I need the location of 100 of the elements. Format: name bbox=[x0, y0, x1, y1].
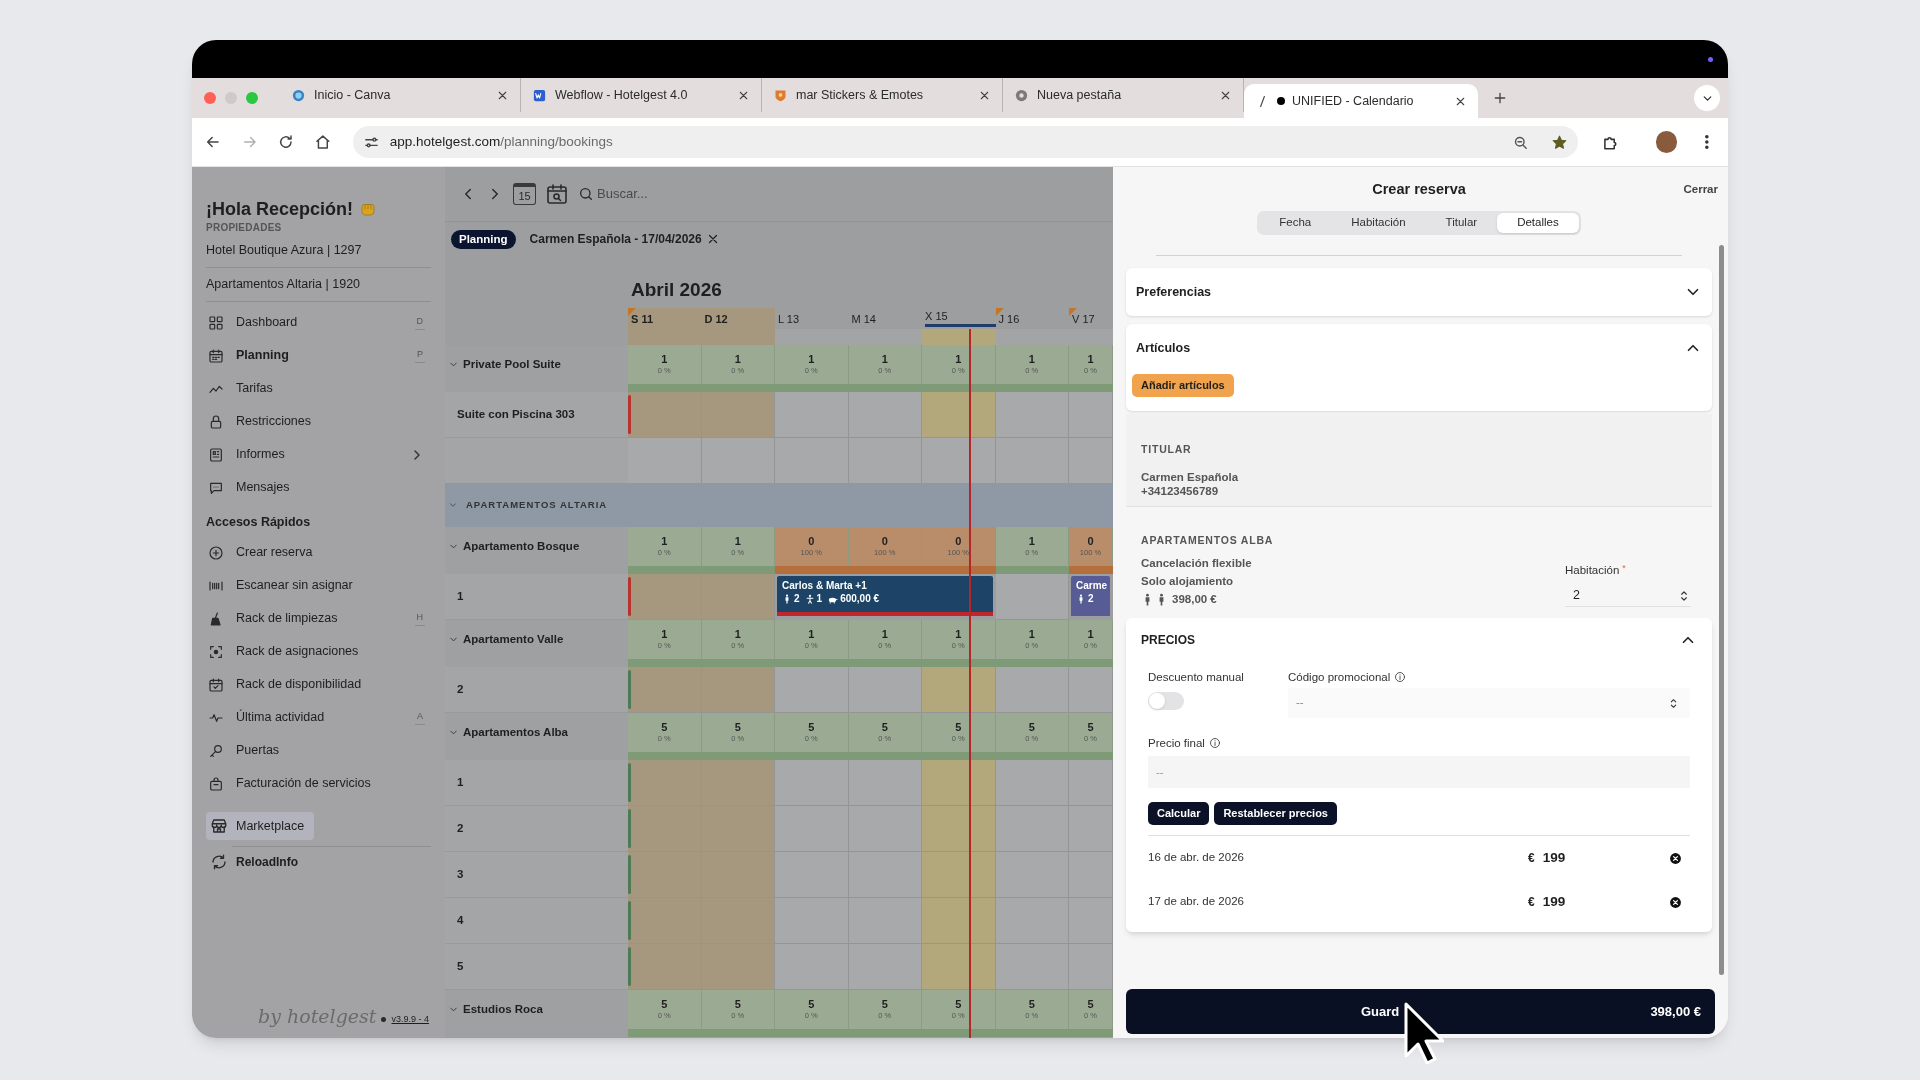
nav-item[interactable]: Informes bbox=[206, 438, 431, 471]
calendar-cell[interactable] bbox=[995, 438, 1069, 483]
calendar-cell[interactable] bbox=[1069, 760, 1113, 806]
calendar-cell[interactable] bbox=[775, 852, 849, 898]
calendar-cell[interactable] bbox=[922, 806, 996, 852]
nav-item[interactable]: Crear reserva bbox=[206, 536, 431, 569]
calendar-cell[interactable] bbox=[848, 438, 922, 483]
calendar-cell[interactable] bbox=[1069, 438, 1113, 483]
scrollbar[interactable] bbox=[1719, 245, 1724, 975]
action-button[interactable]: Calcular bbox=[1148, 802, 1210, 825]
action-button[interactable]: Restablecer precios bbox=[1214, 802, 1337, 825]
nav-item[interactable]: Escanear sin asignar bbox=[206, 569, 431, 602]
calendar-cell[interactable] bbox=[628, 392, 702, 438]
calendar-cell[interactable] bbox=[628, 852, 702, 898]
promo-select[interactable]: -- bbox=[1288, 688, 1690, 718]
step-tab[interactable]: Fecha bbox=[1259, 213, 1332, 233]
calendar-cell[interactable] bbox=[1069, 944, 1113, 990]
calendar-cell[interactable] bbox=[628, 760, 702, 806]
nav-item[interactable]: Tarifas bbox=[206, 372, 431, 405]
nav-item[interactable]: Planning P bbox=[206, 339, 431, 372]
new-tab-icon[interactable] bbox=[1492, 90, 1508, 106]
calendar-search-icon[interactable] bbox=[545, 182, 569, 206]
day-label[interactable]: J 16 bbox=[998, 310, 1020, 327]
nav-item[interactable]: Rack de asignaciones bbox=[206, 635, 431, 668]
calendar-cell[interactable] bbox=[628, 438, 702, 483]
calendar-cell[interactable] bbox=[922, 667, 996, 713]
calendar-cell[interactable] bbox=[701, 852, 775, 898]
calendar-cell[interactable] bbox=[995, 898, 1069, 944]
calendar-cell[interactable] bbox=[995, 944, 1069, 990]
calendar-cell[interactable] bbox=[922, 852, 996, 898]
day-label[interactable]: S 11 bbox=[631, 310, 654, 327]
add-items-button[interactable]: Añadir artículos bbox=[1132, 373, 1234, 397]
calendar-cell[interactable] bbox=[848, 760, 922, 806]
section-header[interactable]: Artículos bbox=[1126, 324, 1712, 372]
toggle-switch[interactable] bbox=[1148, 692, 1184, 710]
calendar-cell[interactable] bbox=[995, 852, 1069, 898]
calendar-cell[interactable] bbox=[775, 944, 849, 990]
calendar-cell[interactable] bbox=[922, 944, 996, 990]
day-label[interactable]: M 14 bbox=[851, 310, 876, 327]
calendar-cell[interactable] bbox=[775, 392, 849, 438]
calendar-cell[interactable] bbox=[701, 667, 775, 713]
star-icon[interactable] bbox=[1550, 133, 1568, 151]
calendar-cell[interactable] bbox=[701, 806, 775, 852]
calendar-cell[interactable] bbox=[848, 898, 922, 944]
calendar-cell[interactable] bbox=[848, 667, 922, 713]
calendar-cell[interactable] bbox=[1069, 852, 1113, 898]
nav-item[interactable]: Restricciones bbox=[206, 405, 431, 438]
day-label[interactable]: L 13 bbox=[778, 310, 799, 327]
avatar-icon[interactable] bbox=[1655, 131, 1678, 153]
browser-tab[interactable]: mar Stickers & Emotes bbox=[762, 78, 1003, 112]
close-link[interactable]: Cerrar bbox=[1683, 181, 1718, 199]
window-control-button[interactable] bbox=[204, 92, 216, 104]
calendar-cell[interactable] bbox=[1069, 898, 1113, 944]
calendar-cell[interactable] bbox=[1069, 667, 1113, 713]
calendar-cell[interactable] bbox=[628, 667, 702, 713]
calendar-cell[interactable] bbox=[775, 438, 849, 483]
calendar-cell[interactable] bbox=[848, 852, 922, 898]
calendar-cell[interactable] bbox=[701, 392, 775, 438]
calendar-cell[interactable] bbox=[1069, 392, 1113, 438]
calendar-cell[interactable] bbox=[701, 438, 775, 483]
group-header[interactable]: APARTAMENTOS ALTARIA bbox=[445, 483, 1113, 527]
calendar-cell[interactable] bbox=[775, 760, 849, 806]
calendar-cell[interactable] bbox=[922, 760, 996, 806]
home-icon[interactable] bbox=[314, 133, 332, 151]
booking-bar[interactable]: Carlos & Marta +1 2 1 600,00 € bbox=[777, 576, 993, 616]
browser-tab[interactable]: Webflow - Hotelgest 4.0 bbox=[521, 78, 762, 112]
calendar-cell[interactable] bbox=[995, 392, 1069, 438]
nav-item[interactable]: Última actividad A bbox=[206, 701, 431, 734]
nav-item[interactable]: Rack de limpiezas H bbox=[206, 602, 431, 635]
reload-item[interactable]: ReloadInfo bbox=[206, 847, 431, 877]
version-link[interactable]: v3.9.9 - 4 bbox=[391, 1012, 429, 1026]
window-control-button[interactable] bbox=[246, 92, 258, 104]
nav-item[interactable]: Puertas bbox=[206, 734, 431, 767]
calendar-cell[interactable] bbox=[701, 944, 775, 990]
calendar-cell[interactable] bbox=[922, 392, 996, 438]
calendar-cell[interactable] bbox=[628, 898, 702, 944]
remove-icon[interactable] bbox=[1669, 851, 1682, 865]
marketplace-item[interactable]: Marketplace bbox=[206, 812, 315, 840]
property-item[interactable]: Apartamentos Altaria | 1920 bbox=[206, 275, 361, 294]
final-price-field[interactable]: -- bbox=[1148, 756, 1690, 788]
calendar-cell[interactable] bbox=[628, 574, 702, 620]
search-field[interactable]: Buscar... bbox=[597, 184, 738, 204]
calendar-cell[interactable] bbox=[775, 806, 849, 852]
calendar-cell[interactable] bbox=[922, 898, 996, 944]
day-label[interactable]: D 12 bbox=[704, 310, 728, 327]
calendar-cell[interactable] bbox=[922, 438, 996, 483]
remove-icon[interactable] bbox=[1669, 895, 1682, 909]
nav-item[interactable]: Rack de disponibilidad bbox=[206, 668, 431, 701]
calendar-cell[interactable] bbox=[995, 760, 1069, 806]
step-tab[interactable]: Titular bbox=[1425, 213, 1498, 233]
section-header[interactable]: Preferencias bbox=[1126, 268, 1712, 316]
section-header[interactable]: PRECIOS bbox=[1126, 618, 1712, 662]
step-tab[interactable]: Detalles bbox=[1497, 213, 1579, 233]
calendar-cell[interactable] bbox=[628, 944, 702, 990]
calendar-cell[interactable] bbox=[995, 574, 1069, 620]
calendar-cell[interactable] bbox=[995, 667, 1069, 713]
calendar-cell[interactable] bbox=[848, 806, 922, 852]
booking-bar[interactable]: Carme 2 bbox=[1071, 576, 1110, 616]
calendar-cell[interactable] bbox=[775, 898, 849, 944]
address-field[interactable]: app.hotelgest.com/planning/bookings bbox=[352, 126, 1578, 158]
